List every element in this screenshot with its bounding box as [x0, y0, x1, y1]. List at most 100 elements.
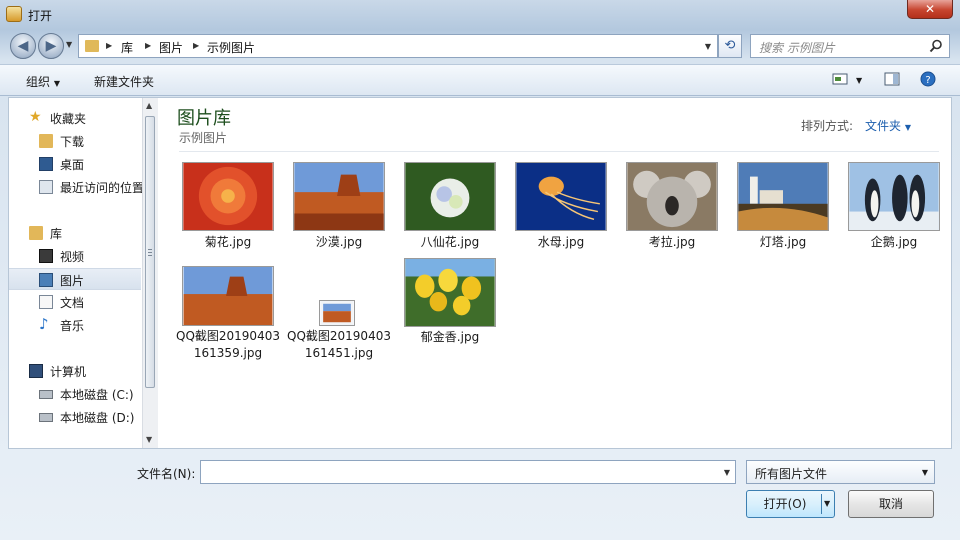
title-bar: 打开 ✕: [0, 0, 960, 30]
computer-icon: [29, 364, 43, 378]
sidebar-item-favorites[interactable]: ★ 收藏夹: [9, 107, 141, 129]
header-divider: [179, 151, 939, 152]
koala-thumbnail: [626, 162, 718, 231]
cancel-button[interactable]: 取消: [848, 490, 934, 518]
help-icon[interactable]: ?: [920, 71, 936, 87]
breadcrumb-separator-icon[interactable]: ▶: [193, 41, 199, 50]
sidebar-item-drive-d[interactable]: 本地磁盘 (D:): [9, 406, 141, 428]
lighthouse-thumbnail: [737, 162, 829, 231]
search-icon[interactable]: [929, 39, 943, 53]
sidebar-label: 本地磁盘 (C:): [60, 388, 134, 402]
library-title: 图片库: [177, 108, 231, 129]
screenshot-thumbnail: [182, 266, 274, 326]
chrysanthemum-thumbnail: [182, 162, 274, 231]
arrange-by-value: 文件夹: [865, 119, 902, 133]
arrow-right-icon: ▶: [45, 38, 57, 54]
hard-drive-icon: [39, 413, 53, 422]
filename-input[interactable]: ▼: [200, 460, 736, 484]
content-pane: ★ 收藏夹 下载 桌面 最近访问的位置 库 视频 图片 文档 ♪ 音乐 计算机 …: [8, 97, 952, 449]
sidebar-item-music[interactable]: ♪ 音乐: [9, 314, 141, 336]
desktop-icon: [39, 157, 53, 171]
file-name: 菊花.jpg: [204, 235, 252, 249]
file-name: QQ截图20190403161451.jpg: [287, 329, 391, 360]
recent-locations-dropdown-icon[interactable]: ▼: [66, 40, 72, 49]
view-options-icon[interactable]: [832, 71, 848, 87]
back-button[interactable]: ◀: [10, 33, 36, 59]
app-icon: [6, 6, 22, 22]
hard-drive-icon: [39, 390, 53, 399]
sidebar-item-downloads[interactable]: 下载: [9, 130, 141, 152]
screenshot-thumbnail: [319, 300, 355, 326]
search-input[interactable]: 搜索 示例图片: [750, 34, 950, 58]
forward-button[interactable]: ▶: [38, 33, 64, 59]
navigation-bar: ◀ ▶ ▼ ▶ 库 ▶ 图片 ▶ 示例图片 ▼ ⟲ 搜索 示例图片: [0, 30, 960, 62]
arrange-by-dropdown[interactable]: 文件夹 ▼: [865, 117, 911, 134]
sidebar-label: 桌面: [60, 158, 85, 172]
file-name: 沙漠.jpg: [315, 235, 363, 249]
open-button-label: 打开(O): [763, 497, 807, 511]
scroll-thumb[interactable]: [145, 116, 155, 388]
sidebar-item-desktop[interactable]: 桌面: [9, 153, 141, 175]
file-name: 郁金香.jpg: [420, 330, 480, 344]
preview-pane-icon[interactable]: [884, 71, 900, 87]
breadcrumb-libraries[interactable]: 库: [121, 39, 133, 56]
recent-places-icon: [39, 180, 53, 194]
sidebar-item-videos[interactable]: 视频: [9, 245, 141, 267]
sidebar-label: 库: [50, 227, 63, 241]
sidebar-item-documents[interactable]: 文档: [9, 291, 141, 313]
libraries-icon: [29, 226, 43, 240]
new-folder-button[interactable]: 新建文件夹: [94, 73, 154, 90]
sidebar-label: 音乐: [60, 319, 85, 333]
open-button[interactable]: 打开(O) ▼: [746, 490, 835, 518]
scroll-up-icon[interactable]: ▲: [146, 101, 152, 110]
sidebar-scrollbar[interactable]: ▲ ▼: [142, 98, 158, 448]
sidebar-item-drive-c[interactable]: 本地磁盘 (C:): [9, 383, 141, 405]
refresh-icon: ⟲: [724, 38, 736, 53]
sidebar-label: 收藏夹: [50, 112, 87, 126]
file-type-filter-select[interactable]: 所有图片文件 ▼: [746, 460, 935, 484]
refresh-button[interactable]: ⟲: [718, 34, 742, 58]
tulips-thumbnail: [404, 258, 496, 327]
address-bar[interactable]: ▶ 库 ▶ 图片 ▶ 示例图片 ▼: [78, 34, 718, 58]
sidebar-label: 本地磁盘 (D:): [60, 411, 135, 425]
open-options-dropdown-icon[interactable]: ▼: [824, 491, 830, 517]
pictures-icon: [39, 273, 53, 287]
downloads-folder-icon: [39, 134, 53, 148]
view-dropdown-icon[interactable]: ▼: [856, 76, 862, 85]
sidebar-item-recent-places[interactable]: 最近访问的位置: [9, 176, 145, 198]
chevron-down-icon: ▼: [921, 468, 928, 477]
breadcrumb-separator-icon[interactable]: ▶: [106, 41, 112, 50]
command-toolbar: 组织 ▼ 新建文件夹 ▼ ?: [0, 64, 960, 96]
sidebar-item-computer[interactable]: 计算机: [9, 360, 141, 382]
address-dropdown-icon[interactable]: ▼: [705, 42, 711, 51]
file-name: QQ截图20190403161359.jpg: [176, 329, 280, 360]
breadcrumb-pictures[interactable]: 图片: [159, 39, 183, 56]
scroll-down-icon[interactable]: ▼: [146, 435, 152, 444]
hydrangeas-thumbnail: [404, 162, 496, 231]
close-button[interactable]: ✕: [907, 0, 953, 19]
arrow-left-icon: ◀: [17, 38, 29, 54]
chevron-down-icon: ▼: [53, 79, 60, 88]
sidebar-label: 文档: [60, 296, 85, 310]
file-name: 灯塔.jpg: [759, 235, 807, 249]
sidebar-label: 最近访问的位置: [60, 181, 145, 195]
filename-history-dropdown-icon[interactable]: ▼: [724, 468, 730, 477]
folder-icon: [85, 40, 99, 52]
sidebar-item-pictures[interactable]: 图片: [9, 268, 141, 290]
jellyfish-thumbnail: [515, 162, 607, 231]
breadcrumb-separator-icon[interactable]: ▶: [145, 41, 151, 50]
sidebar-label: 视频: [60, 250, 85, 264]
sidebar-label: 下载: [60, 135, 85, 149]
chevron-down-icon: ▼: [904, 123, 911, 132]
documents-icon: [39, 295, 53, 309]
sidebar-label: 图片: [60, 274, 85, 288]
open-file-dialog: 打开 ✕ ◀ ▶ ▼ ▶ 库 ▶ 图片 ▶ 示例图片 ▼ ⟲ 搜索 示例图片 组…: [0, 0, 960, 540]
file-type-filter-value: 所有图片文件: [755, 467, 828, 481]
breadcrumb-sample-pictures[interactable]: 示例图片: [207, 39, 255, 56]
navigation-pane: ★ 收藏夹 下载 桌面 最近访问的位置 库 视频 图片 文档 ♪ 音乐 计算机 …: [9, 98, 158, 448]
library-subtitle: 示例图片: [179, 131, 228, 145]
sidebar-item-libraries[interactable]: 库: [9, 222, 141, 244]
window-title: 打开: [28, 9, 53, 23]
organize-menu-button[interactable]: 组织 ▼: [26, 73, 60, 90]
penguins-thumbnail: [848, 162, 940, 231]
